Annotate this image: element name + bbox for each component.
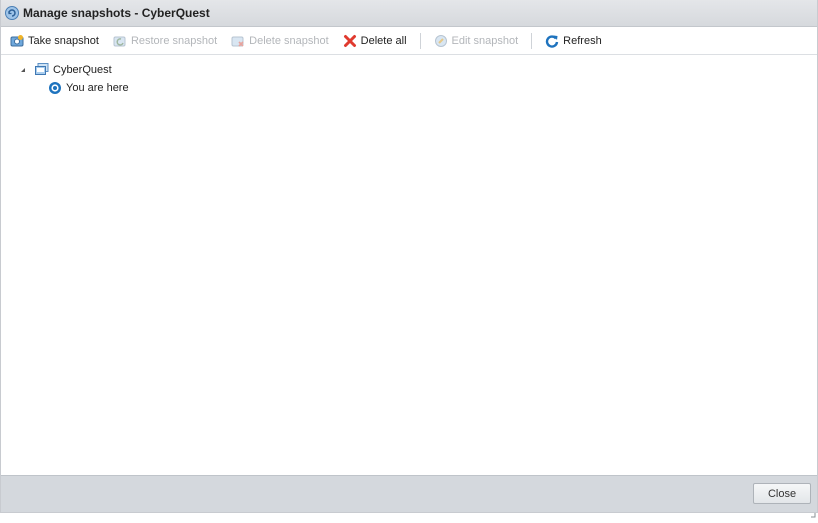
delete-all-label: Delete all [360,34,407,47]
dialog-footer: Close [1,475,817,518]
red-x-icon [343,34,357,48]
manage-snapshots-dialog: Manage snapshots - CyberQuest Take snaps… [0,0,818,518]
delete-all-button[interactable]: Delete all [340,32,410,50]
title-bar[interactable]: Manage snapshots - CyberQuest [1,0,817,27]
restore-snapshot-button[interactable]: Restore snapshot [110,32,220,50]
snapshot-manager-icon [4,5,20,21]
edit-snapshot-button[interactable]: Edit snapshot [431,32,522,50]
tree-node-root[interactable]: CyberQuest [19,61,112,79]
toolbar: Take snapshot Restore snapshot Delete sn… [1,27,817,55]
close-button[interactable]: Close [753,483,811,504]
restore-icon [113,34,127,48]
delete-snapshot-icon [231,34,245,48]
restore-snapshot-label: Restore snapshot [130,34,218,47]
delete-snapshot-label: Delete snapshot [249,34,329,47]
refresh-label: Refresh [563,34,602,47]
take-snapshot-label: Take snapshot [28,34,99,47]
edit-snapshot-icon [434,34,448,48]
edit-snapshot-label: Edit snapshot [451,34,519,47]
you-are-here-icon [47,80,63,96]
toolbar-separator [531,32,533,49]
refresh-button[interactable]: Refresh [542,32,605,50]
tree-node-label: You are here [66,82,129,94]
dialog-title: Manage snapshots - CyberQuest [23,6,210,20]
camera-icon [10,34,24,48]
resize-grip-icon[interactable] [810,505,816,518]
take-snapshot-button[interactable]: Take snapshot [7,32,102,50]
collapse-arrow-icon[interactable] [19,66,27,74]
refresh-icon [545,34,559,48]
toolbar-separator [419,32,421,49]
snapshot-tree[interactable]: CyberQuest You are here [1,56,817,476]
delete-snapshot-button[interactable]: Delete snapshot [228,32,332,50]
vm-icon [34,62,50,78]
tree-node-label: CyberQuest [53,64,112,76]
tree-node-current-state[interactable]: You are here [47,79,129,97]
